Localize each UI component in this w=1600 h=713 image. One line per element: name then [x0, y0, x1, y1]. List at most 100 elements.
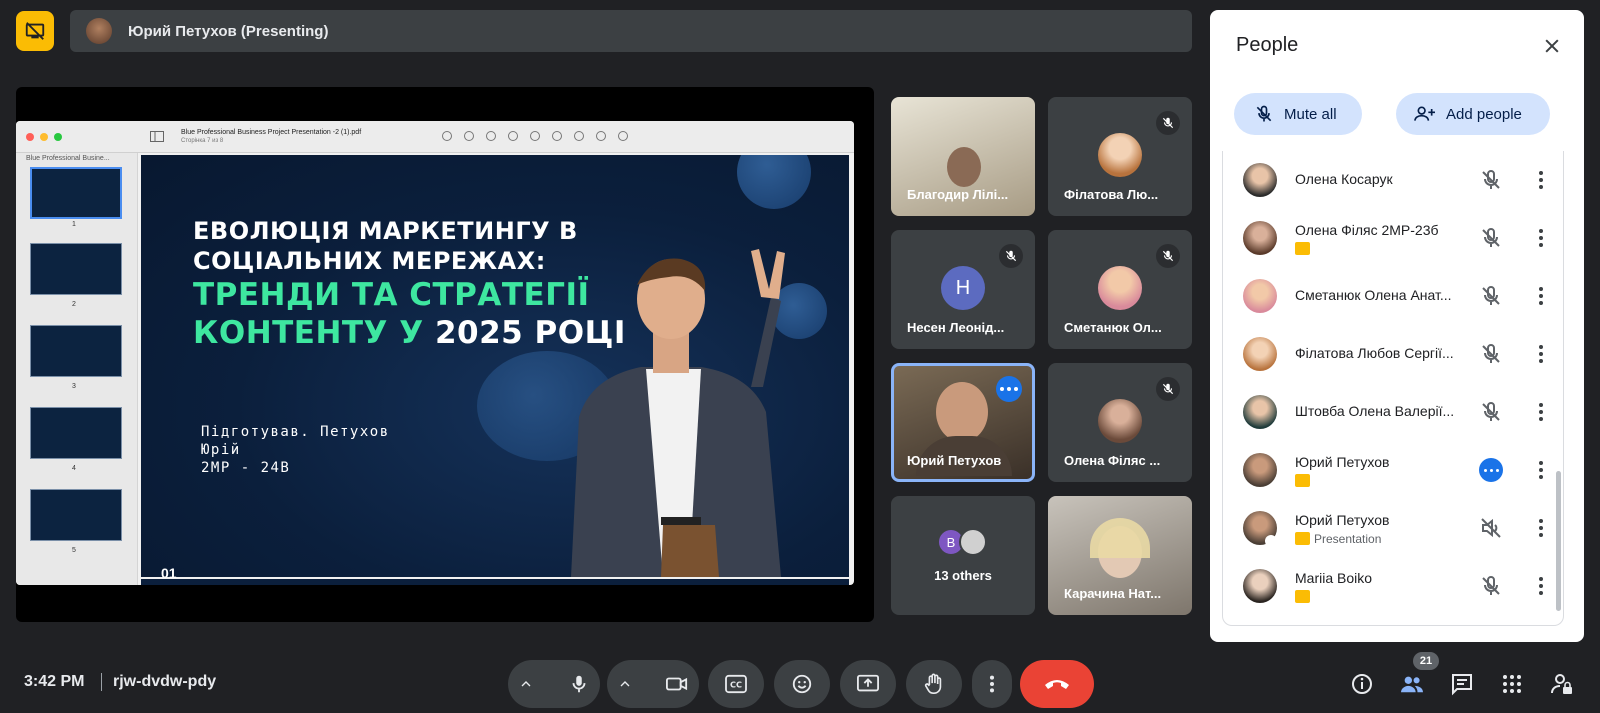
participant-row[interactable]: Філатова Любов Сергії... — [1223, 325, 1565, 383]
participant-row[interactable]: Штовба Олена Валерії... — [1223, 383, 1565, 441]
more-options-icon[interactable] — [1529, 342, 1553, 366]
presentation-stage: Blue Professional Business Project Prese… — [16, 87, 874, 622]
more-options-icon[interactable] — [1529, 168, 1553, 192]
thumbnail — [30, 489, 122, 541]
closed-captions-icon: CC — [725, 674, 747, 694]
participant-avatar — [1243, 163, 1277, 197]
participant-video — [947, 147, 981, 187]
presenting-badge-icon — [1295, 532, 1310, 545]
participant-row[interactable]: Олена Філяс 2МР-23б — [1223, 209, 1565, 267]
more-options-icon[interactable] — [1529, 226, 1553, 250]
activities-button[interactable] — [1498, 670, 1526, 698]
thumbnail-number: 2 — [72, 301, 76, 308]
chevron-up-icon[interactable] — [518, 676, 534, 692]
more-options-icon[interactable] — [1529, 516, 1553, 540]
participant-tile[interactable]: Філатова Лю... — [1048, 97, 1192, 216]
zoom-out-icon — [464, 131, 474, 141]
volume-off-icon[interactable] — [1479, 516, 1503, 540]
host-controls-button[interactable] — [1548, 670, 1576, 698]
people-button[interactable] — [1398, 670, 1426, 698]
present-button[interactable] — [840, 660, 896, 708]
camera-icon[interactable] — [665, 673, 689, 695]
participant-row[interactable]: Олена Косарук — [1223, 151, 1565, 209]
participant-tile-name: Філатова Лю... — [1064, 187, 1159, 202]
others-tile[interactable]: В 13 others — [891, 496, 1035, 615]
pdf-toolbar: Blue Professional Business Project Prese… — [16, 121, 854, 153]
participant-tile[interactable]: Олена Філяс ... — [1048, 363, 1192, 482]
participant-video-hair — [1090, 518, 1150, 558]
participant-avatar — [1098, 133, 1142, 177]
participant-row[interactable]: Mariia Boiko — [1223, 557, 1565, 615]
apps-grid-icon — [1503, 675, 1521, 693]
presenter-avatar — [86, 18, 112, 44]
chevron-up-icon[interactable] — [617, 676, 633, 692]
pdf-tools — [442, 131, 628, 141]
speaking-indicator-icon — [1479, 458, 1503, 482]
raise-hand-button[interactable] — [906, 660, 962, 708]
presenting-label: Юрий Петухов (Presenting) — [128, 22, 329, 40]
participant-avatar — [1243, 221, 1277, 255]
slide-title-line1: ЕВОЛЮЦІЯ МАРКЕТИНГУ В — [193, 217, 578, 245]
mic-off-icon[interactable] — [1479, 226, 1503, 250]
meeting-details-button[interactable] — [1348, 670, 1376, 698]
mic-off-icon[interactable] — [1479, 400, 1503, 424]
reactions-button[interactable] — [774, 660, 830, 708]
presenting-badge-icon — [1295, 474, 1310, 487]
participant-tile[interactable]: Сметанюк Ол... — [1048, 230, 1192, 349]
thumbnail-number: 3 — [72, 383, 76, 390]
mic-off-icon[interactable] — [1479, 284, 1503, 308]
end-call-button[interactable] — [1020, 660, 1094, 708]
add-person-icon — [1414, 106, 1435, 121]
mic-off-icon[interactable] — [1479, 574, 1503, 598]
mic-off-icon[interactable] — [1479, 168, 1503, 192]
mute-all-button[interactable]: Mute all — [1234, 93, 1362, 135]
more-options-icon[interactable] — [1529, 400, 1553, 424]
info-icon — [1352, 674, 1372, 694]
markup-icon — [530, 131, 540, 141]
participant-name: Сметанюк Олена Анат... — [1295, 287, 1452, 303]
participant-name: Філатова Любов Сергії... — [1295, 345, 1454, 361]
participant-count-badge: 21 — [1413, 652, 1439, 670]
close-window-icon — [26, 133, 34, 141]
maximize-window-icon — [54, 133, 62, 141]
pdf-title: Blue Professional Business Project Prese… — [181, 129, 362, 144]
more-options-button[interactable] — [972, 660, 1012, 708]
sidebar-title: Blue Professional Busine... — [26, 155, 110, 162]
add-people-button[interactable]: Add people — [1396, 93, 1550, 135]
thumbnail — [30, 325, 122, 377]
participant-row[interactable]: Сметанюк Олена Анат... — [1223, 267, 1565, 325]
presenting-badge-icon — [1295, 242, 1310, 255]
participant-tile[interactable]: Н Несен Леонід... — [891, 230, 1035, 349]
participant-avatar — [1243, 279, 1277, 313]
participant-tile[interactable]: Карачина Нат... — [1048, 496, 1192, 615]
participant-name: Штовба Олена Валерії... — [1295, 403, 1455, 419]
microphone-control[interactable] — [508, 660, 600, 708]
camera-control[interactable] — [607, 660, 699, 708]
slide-author: Підготував. Петухов Юрій 2МР - 24В — [201, 424, 390, 476]
mic-off-icon — [999, 244, 1023, 268]
participant-tile-active[interactable]: Юрий Петухов — [891, 363, 1035, 482]
more-vertical-icon — [989, 675, 995, 693]
microphone-icon[interactable] — [568, 673, 590, 695]
close-icon[interactable] — [1542, 36, 1562, 56]
mic-off-icon — [1256, 105, 1272, 122]
participant-row[interactable]: Юрий Петухов Presentation — [1223, 499, 1565, 557]
present-screen-icon — [857, 674, 879, 692]
people-icon — [1401, 676, 1423, 693]
presentation-off-icon[interactable] — [16, 11, 54, 51]
more-options-icon[interactable] — [1529, 574, 1553, 598]
participant-row[interactable]: Юрий Петухов — [1223, 441, 1565, 499]
participant-tile[interactable]: Благодир Лілі... — [891, 97, 1035, 216]
participant-tile-name: Сметанюк Ол... — [1064, 320, 1162, 335]
more-options-icon[interactable] — [1529, 284, 1553, 308]
captions-button[interactable]: CC — [708, 660, 764, 708]
participant-avatar — [1243, 337, 1277, 371]
slide-title-line3: ТРЕНДИ ТА СТРАТЕГІЇ — [193, 277, 590, 313]
more-options-icon[interactable] — [1529, 458, 1553, 482]
mic-off-icon[interactable] — [1479, 342, 1503, 366]
thumbnail-number: 4 — [72, 465, 76, 472]
info-icon — [442, 131, 452, 141]
participant-avatar — [1243, 569, 1277, 603]
share-icon — [508, 131, 518, 141]
chat-button[interactable] — [1448, 670, 1476, 698]
